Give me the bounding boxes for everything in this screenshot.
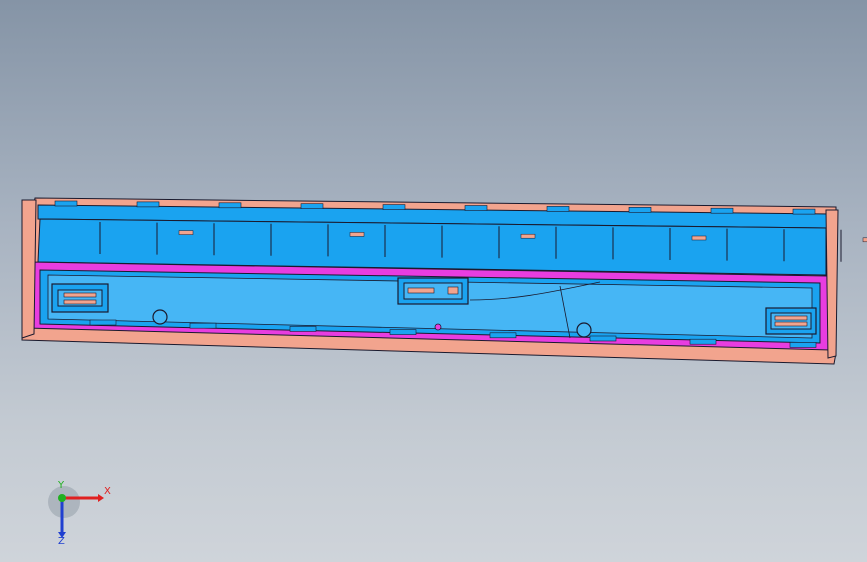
hole-right <box>576 322 592 338</box>
hole-left <box>152 309 168 325</box>
edge-tab <box>189 322 217 329</box>
rail-slot <box>628 207 652 213</box>
edge-tab <box>489 332 517 339</box>
rail-slot <box>300 203 324 209</box>
rail-slot <box>136 201 160 208</box>
left-side-wall <box>21 199 37 339</box>
x-axis-label: X <box>104 486 111 497</box>
rail-slot <box>792 208 816 215</box>
rib-insert <box>520 233 536 239</box>
edge-tab <box>689 338 717 345</box>
rail-slot <box>218 202 242 209</box>
rail-slot <box>382 204 406 210</box>
gate-point <box>434 323 442 331</box>
left-latch <box>51 283 109 313</box>
mold-model[interactable] <box>0 0 867 562</box>
edge-tab <box>389 329 417 335</box>
edge-tab <box>789 342 817 348</box>
edge-tab <box>289 326 317 332</box>
edge-tab <box>589 335 617 342</box>
right-side-wall <box>825 209 839 359</box>
rail-slot <box>546 206 570 212</box>
rib-insert <box>178 230 194 235</box>
y-axis-label: Y <box>58 480 65 491</box>
3d-viewport[interactable]: X Y Z <box>0 0 867 562</box>
axis-triad: X Y Z <box>40 480 120 550</box>
rib-insert <box>862 237 867 243</box>
rail-slot <box>710 207 734 214</box>
z-axis-label: Z <box>58 536 65 547</box>
rib-insert <box>691 235 707 241</box>
rib-insert <box>349 232 365 237</box>
rail-slot <box>464 205 488 211</box>
rail-slot <box>54 200 78 207</box>
edge-tab <box>89 319 117 326</box>
y-axis-icon <box>58 494 66 502</box>
center-latch <box>397 277 469 305</box>
right-latch <box>765 307 817 335</box>
